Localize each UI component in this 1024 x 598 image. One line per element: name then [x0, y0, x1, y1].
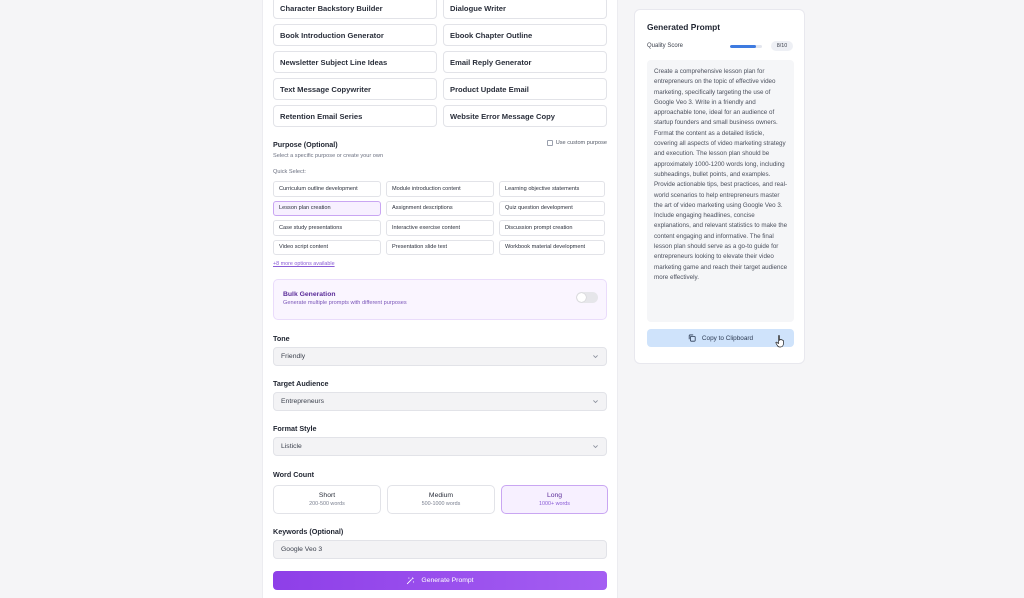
page: Character Backstory Builder Dialogue Wri… [0, 0, 1024, 598]
purpose-chip[interactable]: Learning objective statements [499, 181, 605, 197]
custom-purpose-label: Use custom purpose [555, 140, 607, 146]
purpose-chip[interactable]: Assignment descriptions [386, 200, 494, 216]
purpose-chip[interactable]: Presentation slide text [386, 239, 494, 255]
quick-select-label: Quick Select: [273, 169, 306, 175]
word-count-long[interactable]: Long 1000+ words [501, 485, 608, 514]
word-count-medium[interactable]: Medium 500-1000 words [387, 485, 495, 514]
copy-to-clipboard-button[interactable]: Copy to Clipboard [647, 329, 794, 347]
copy-to-clipboard-label: Copy to Clipboard [701, 334, 754, 342]
purpose-chip[interactable]: Interactive exercise content [386, 220, 494, 236]
tone-label: Tone [273, 334, 290, 343]
generated-prompt-title: Generated Prompt [647, 22, 721, 32]
copy-icon [688, 334, 696, 342]
toggle-knob [577, 293, 586, 302]
chevron-down-icon [593, 400, 598, 404]
purpose-chip[interactable]: Workbook material development [499, 239, 605, 255]
generate-prompt-label: Generate Prompt [421, 577, 474, 584]
word-count-options: Short 200-500 words Medium 500-1000 word… [273, 485, 608, 514]
purpose-chip[interactable]: Quiz question development [499, 200, 605, 216]
template-button[interactable]: Book Introduction Generator [273, 24, 437, 46]
custom-purpose-toggle[interactable]: Use custom purpose [546, 140, 607, 146]
word-count-label: Word Count [273, 470, 314, 479]
sparkle-wand-icon [407, 576, 415, 585]
bulk-generation-title: Bulk Generation [283, 291, 336, 298]
word-count-range: 200-500 words [309, 501, 345, 507]
audience-value: Entrepreneurs [281, 398, 325, 405]
hand-pointer-icon [775, 335, 784, 348]
chevron-down-icon [593, 355, 598, 359]
audience-select[interactable]: Entrepreneurs [273, 392, 607, 411]
purpose-chip[interactable]: Discussion prompt creation [499, 220, 605, 236]
quality-score-fill [730, 45, 756, 48]
template-button[interactable]: Dialogue Writer [443, 0, 607, 19]
template-button[interactable]: Website Error Message Copy [443, 105, 607, 127]
audience-label: Target Audience [273, 379, 329, 388]
format-select[interactable]: Listicle [273, 437, 607, 456]
template-grid: Character Backstory Builder Dialogue Wri… [273, 0, 607, 127]
purpose-chip[interactable]: Case study presentations [273, 220, 381, 236]
purpose-options: Curriculum outline development Module in… [273, 181, 607, 255]
custom-purpose-checkbox[interactable] [546, 140, 553, 146]
more-options-link[interactable]: +8 more options available [273, 261, 335, 267]
template-button[interactable]: Ebook Chapter Outline [443, 24, 607, 46]
tone-select[interactable]: Friendly [273, 347, 607, 366]
template-button[interactable]: Product Update Email [443, 78, 607, 100]
quality-score-bar [730, 45, 762, 48]
prompt-builder-form: Character Backstory Builder Dialogue Wri… [262, 0, 618, 598]
word-count-short[interactable]: Short 200-500 words [273, 485, 381, 514]
format-value: Listicle [281, 443, 302, 450]
purpose-subtitle: Select a specific purpose or create your… [273, 153, 384, 159]
bulk-generation-card: Bulk Generation Generate multiple prompt… [273, 279, 607, 320]
purpose-chip[interactable]: Video script content [273, 239, 381, 255]
purpose-title: Purpose (Optional) [273, 140, 338, 149]
template-button[interactable]: Retention Email Series [273, 105, 437, 127]
template-button[interactable]: Text Message Copywriter [273, 78, 437, 100]
quality-score-badge: 8/10 [771, 41, 793, 51]
chevron-down-icon [593, 445, 598, 449]
keywords-input[interactable]: Google Veo 3 [273, 540, 607, 559]
template-button[interactable]: Email Reply Generator [443, 51, 607, 73]
tone-value: Friendly [281, 353, 306, 360]
purpose-chip-selected[interactable]: Lesson plan creation [273, 200, 381, 216]
word-count-name: Long [546, 492, 563, 499]
purpose-chip[interactable]: Curriculum outline development [273, 181, 381, 197]
generated-prompt-text: Create a comprehensive lesson plan for e… [647, 60, 794, 322]
word-count-range: 500-1000 words [421, 501, 461, 507]
purpose-chip[interactable]: Module introduction content [386, 181, 494, 197]
template-button[interactable]: Newsletter Subject Line Ideas [273, 51, 437, 73]
quality-score-label: Quality Score [647, 43, 684, 49]
bulk-generation-toggle[interactable] [576, 292, 598, 303]
word-count-name: Medium [428, 492, 454, 499]
keywords-label: Keywords (Optional) [273, 527, 344, 536]
keywords-value: Google Veo 3 [281, 546, 323, 553]
word-count-name: Short [318, 492, 336, 499]
template-button[interactable]: Character Backstory Builder [273, 0, 437, 19]
generate-prompt-button[interactable]: Generate Prompt [273, 571, 607, 590]
format-label: Format Style [273, 424, 317, 433]
bulk-generation-description: Generate multiple prompts with different… [283, 300, 407, 306]
word-count-range: 1000+ words [538, 501, 571, 507]
generated-prompt-card: Generated Prompt Quality Score 8/10 Crea… [634, 9, 805, 364]
